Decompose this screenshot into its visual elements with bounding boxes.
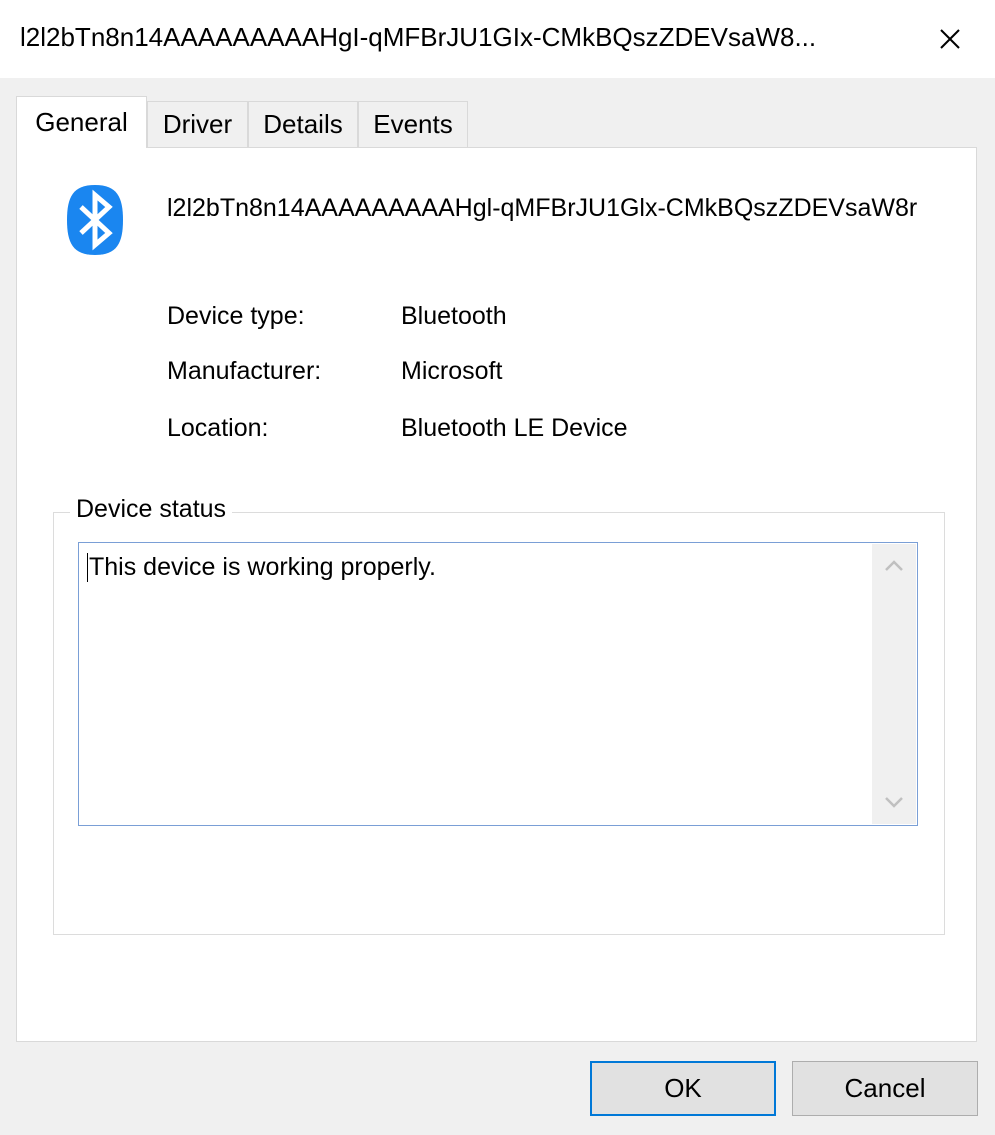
- bluetooth-icon: [67, 185, 123, 255]
- chevron-up-icon: [885, 560, 903, 571]
- cancel-button[interactable]: Cancel: [792, 1061, 978, 1116]
- ok-button[interactable]: OK: [590, 1061, 776, 1116]
- status-scrollbar[interactable]: [872, 544, 916, 824]
- tab-general[interactable]: General: [16, 96, 147, 148]
- manufacturer-value: Microsoft: [401, 357, 503, 385]
- title-bar: l2l2bTn8n14AAAAAAAAAHgI-qMFBrJU1GIx-CMkB…: [0, 0, 995, 78]
- scroll-up-button[interactable]: [872, 544, 916, 588]
- device-properties-dialog: l2l2bTn8n14AAAAAAAAAHgI-qMFBrJU1GIx-CMkB…: [0, 0, 995, 1135]
- tab-events[interactable]: Events: [358, 101, 468, 147]
- manufacturer-label: Manufacturer:: [167, 357, 322, 385]
- device-status-text: This device is working properly.: [87, 553, 436, 582]
- general-tab-panel: l2l2bTn8n14AAAAAAAAAHgl-qMFBrJU1Glx-CMkB…: [16, 147, 977, 1042]
- tab-driver[interactable]: Driver: [147, 101, 248, 147]
- location-label: Location:: [167, 414, 269, 442]
- device-status-label: Device status: [70, 495, 233, 524]
- location-value: Bluetooth LE Device: [401, 414, 628, 442]
- close-icon: [940, 29, 960, 49]
- device-status-textbox[interactable]: This device is working properly.: [78, 542, 918, 826]
- window-title: l2l2bTn8n14AAAAAAAAAHgI-qMFBrJU1GIx-CMkB…: [20, 22, 817, 52]
- device-status-group: Device status This device is working pro…: [53, 495, 945, 935]
- chevron-down-icon: [885, 797, 903, 808]
- scroll-down-button[interactable]: [872, 780, 916, 824]
- device-name: l2l2bTn8n14AAAAAAAAAHgl-qMFBrJU1Glx-CMkB…: [167, 194, 918, 222]
- device-type-label: Device type:: [167, 302, 305, 330]
- close-button[interactable]: [905, 0, 995, 78]
- tab-details[interactable]: Details: [248, 101, 358, 147]
- device-type-value: Bluetooth: [401, 302, 507, 330]
